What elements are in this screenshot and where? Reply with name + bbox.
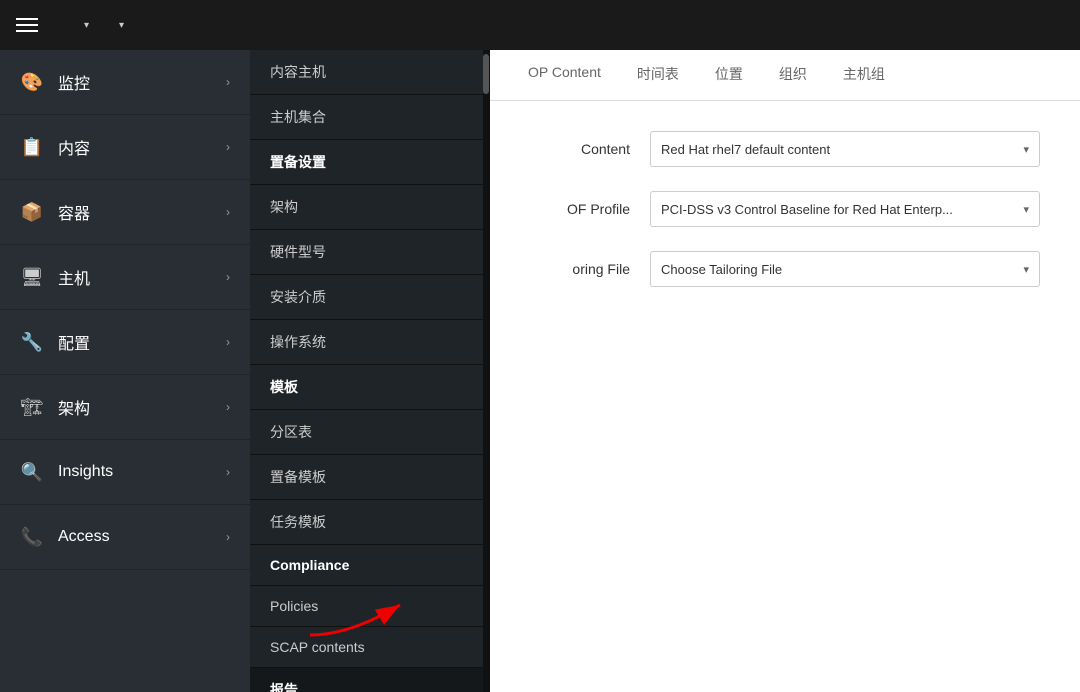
sidebar-item-host[interactable]: 🖥 主机 ›	[0, 245, 250, 310]
form-label-content-field: Content	[530, 141, 630, 157]
submenu-item-host-collections[interactable]: 主机集合	[250, 95, 489, 140]
sidebar-label-container: 容器	[58, 200, 90, 224]
form-row-content-field: Content Red Hat rhel7 default content ▾	[530, 131, 1040, 167]
content-chevron-icon: ›	[226, 140, 230, 154]
submenu-item-hw-model[interactable]: 硬件型号	[250, 230, 489, 275]
tab-schedule[interactable]: 时间表	[619, 50, 697, 101]
sidebar-label-access: Access	[58, 528, 110, 546]
sidebar-label-monitor: 监控	[58, 70, 90, 94]
main-layout: 🎨 监控 › 📋 内容 › 📦 容器 › 🖥 主机 › 🔧	[0, 50, 1080, 692]
hamburger-menu[interactable]	[16, 18, 38, 32]
scroll-thumb	[483, 54, 489, 94]
tabs-bar: OP Content时间表位置组织主机组	[490, 50, 1080, 101]
form-row-tailoring-file-field: oring File Choose Tailoring File ▾	[530, 251, 1040, 287]
org-chevron-icon: ▾	[84, 20, 89, 31]
container-icon: 📦	[20, 200, 44, 224]
sidebar-item-left-host: 🖥 主机	[20, 265, 90, 289]
submenu-item-provision-tmpl[interactable]: 置备模板	[250, 455, 489, 500]
submenu-item-reports[interactable]: 报告	[250, 668, 489, 692]
loc-selector[interactable]: ▾	[113, 20, 124, 31]
infra-icon: 🏗	[20, 395, 44, 419]
sidebar-item-monitor[interactable]: 🎨 监控 ›	[0, 50, 250, 115]
infra-chevron-icon: ›	[226, 400, 230, 414]
submenu-item-policies[interactable]: Policies	[250, 586, 489, 627]
sidebar-item-left-infra: 🏗 架构	[20, 395, 90, 419]
sidebar-label-content: 内容	[58, 135, 90, 159]
form-select-text-content-field: Red Hat rhel7 default content	[661, 142, 830, 157]
sidebar-label-infra: 架构	[58, 395, 90, 419]
sidebar-item-infra[interactable]: 🏗 架构 ›	[0, 375, 250, 440]
submenu-item-job-tmpl[interactable]: 任务模板	[250, 500, 489, 545]
sidebar-item-left-content: 📋 内容	[20, 135, 90, 159]
sidebar-item-left-config: 🔧 配置	[20, 330, 90, 354]
submenu-panel: 内容主机主机集合置备设置架构硬件型号安装介质操作系统模板分区表置备模板任务模板C…	[250, 50, 490, 692]
form-content: Content Red Hat rhel7 default content ▾ …	[490, 101, 1080, 317]
submenu-item-install-media[interactable]: 安装介质	[250, 275, 489, 320]
form-select-arrow-content-field: ▾	[1023, 143, 1029, 156]
top-navigation: ▾ ▾	[0, 0, 1080, 50]
insights-icon: 🔍	[20, 460, 44, 484]
content-area: OP Content时间表位置组织主机组 Content Red Hat rhe…	[490, 50, 1080, 692]
container-chevron-icon: ›	[226, 205, 230, 219]
submenu-header-templates: 模板	[250, 365, 489, 410]
submenu-item-os[interactable]: 操作系统	[250, 320, 489, 365]
sidebar-item-left-monitor: 🎨 监控	[20, 70, 90, 94]
form-label-tailoring-file-field: oring File	[530, 261, 630, 277]
sidebar-label-config: 配置	[58, 330, 90, 354]
form-select-tailoring-file-field[interactable]: Choose Tailoring File ▾	[650, 251, 1040, 287]
org-selector[interactable]: ▾	[78, 20, 89, 31]
form-label-of-profile-field: OF Profile	[530, 201, 630, 217]
form-select-arrow-of-profile-field: ▾	[1023, 203, 1029, 216]
sidebar-item-content[interactable]: 📋 内容 ›	[0, 115, 250, 180]
sidebar-item-left-container: 📦 容器	[20, 200, 90, 224]
sidebar-item-container[interactable]: 📦 容器 ›	[0, 180, 250, 245]
form-row-of-profile-field: OF Profile PCI-DSS v3 Control Baseline f…	[530, 191, 1040, 227]
config-chevron-icon: ›	[226, 335, 230, 349]
loc-chevron-icon: ▾	[119, 20, 124, 31]
tab-location[interactable]: 位置	[697, 50, 761, 101]
sidebar-item-left-access: 📞 Access	[20, 525, 110, 549]
form-select-of-profile-field[interactable]: PCI-DSS v3 Control Baseline for Red Hat …	[650, 191, 1040, 227]
tab-op-content[interactable]: OP Content	[510, 50, 619, 101]
tab-hostgroup[interactable]: 主机组	[825, 50, 903, 101]
host-icon: 🖥	[20, 265, 44, 289]
form-select-text-tailoring-file-field: Choose Tailoring File	[661, 262, 782, 277]
access-chevron-icon: ›	[226, 530, 230, 544]
content-icon: 📋	[20, 135, 44, 159]
sidebar: 🎨 监控 › 📋 内容 › 📦 容器 › 🖥 主机 › 🔧	[0, 50, 250, 692]
monitor-icon: 🎨	[20, 70, 44, 94]
sidebar-item-insights[interactable]: 🔍 Insights ›	[0, 440, 250, 505]
form-select-content-field[interactable]: Red Hat rhel7 default content ▾	[650, 131, 1040, 167]
tab-org[interactable]: 组织	[761, 50, 825, 101]
submenu-item-partition[interactable]: 分区表	[250, 410, 489, 455]
submenu-item-arch[interactable]: 架构	[250, 185, 489, 230]
submenu-item-scap-contents[interactable]: SCAP contents	[250, 627, 489, 668]
monitor-chevron-icon: ›	[226, 75, 230, 89]
config-icon: 🔧	[20, 330, 44, 354]
sidebar-label-host: 主机	[58, 265, 90, 289]
scroll-indicator	[483, 50, 489, 692]
submenu-header-compliance: Compliance	[250, 545, 489, 586]
host-chevron-icon: ›	[226, 270, 230, 284]
sidebar-item-config[interactable]: 🔧 配置 ›	[0, 310, 250, 375]
form-select-arrow-tailoring-file-field: ▾	[1023, 263, 1029, 276]
submenu-header-provisioning: 置备设置	[250, 140, 489, 185]
insights-chevron-icon: ›	[226, 465, 230, 479]
submenu-item-content-hosts[interactable]: 内容主机	[250, 50, 489, 95]
access-icon: 📞	[20, 525, 44, 549]
form-select-text-of-profile-field: PCI-DSS v3 Control Baseline for Red Hat …	[661, 202, 953, 217]
sidebar-item-left-insights: 🔍 Insights	[20, 460, 113, 484]
sidebar-label-insights: Insights	[58, 463, 113, 481]
sidebar-item-access[interactable]: 📞 Access ›	[0, 505, 250, 570]
